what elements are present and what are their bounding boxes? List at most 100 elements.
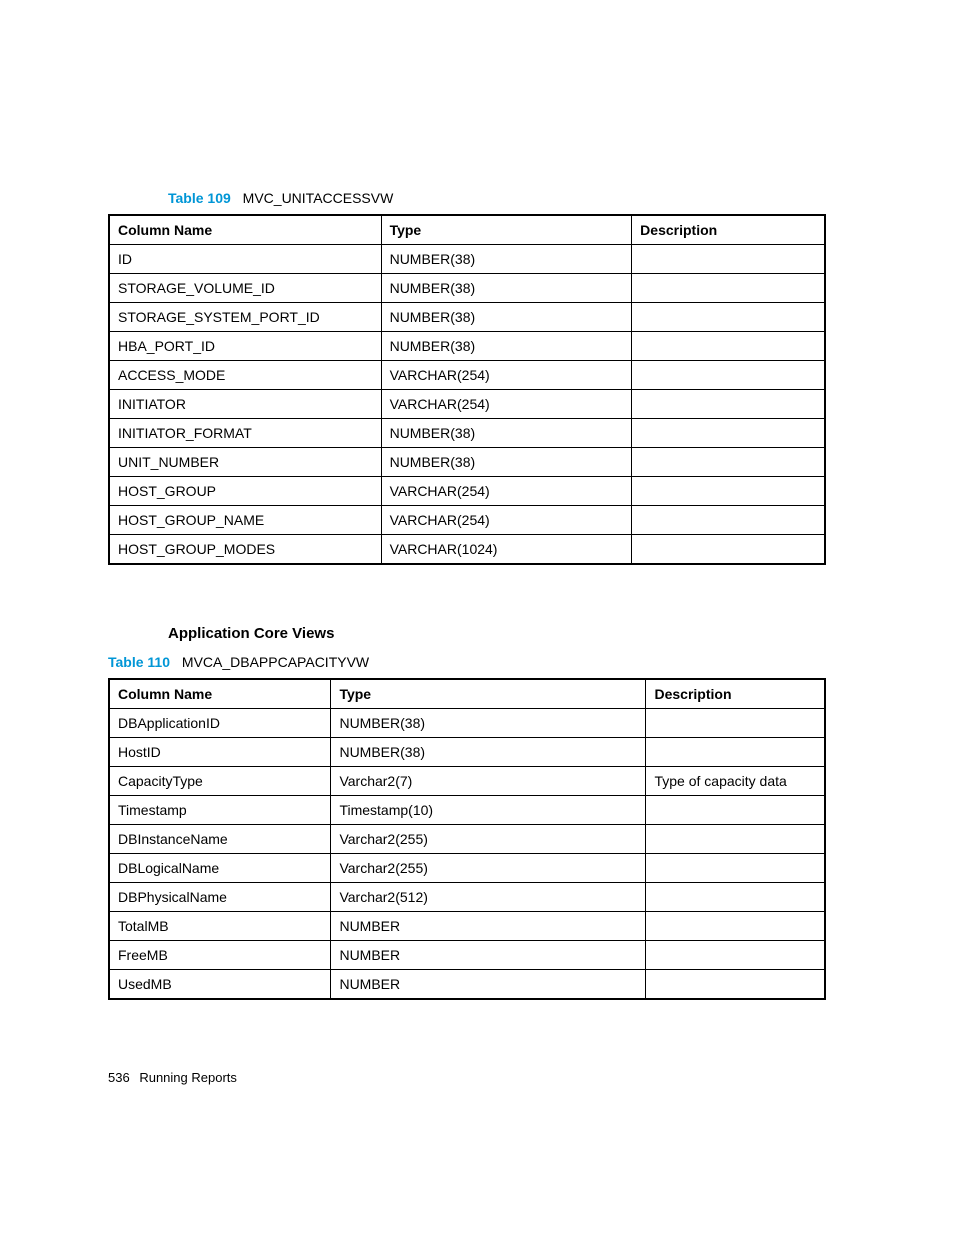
footer-section: Running Reports xyxy=(139,1070,237,1085)
table-109-name: MVC_UNITACCESSVW xyxy=(243,190,394,206)
cell-column-name: UNIT_NUMBER xyxy=(109,448,381,477)
cell-type: NUMBER(38) xyxy=(331,709,646,738)
cell-description xyxy=(632,274,825,303)
cell-description xyxy=(632,477,825,506)
cell-description xyxy=(646,709,825,738)
cell-description xyxy=(646,825,825,854)
cell-description xyxy=(646,970,825,1000)
cell-column-name: HOST_GROUP_MODES xyxy=(109,535,381,565)
col-header-type: Type xyxy=(381,215,632,245)
cell-type: NUMBER xyxy=(331,941,646,970)
cell-type: NUMBER(38) xyxy=(381,419,632,448)
cell-type: VARCHAR(254) xyxy=(381,361,632,390)
cell-description xyxy=(632,245,825,274)
cell-type: VARCHAR(254) xyxy=(381,506,632,535)
table-row: HOST_GROUP VARCHAR(254) xyxy=(109,477,825,506)
table-row: INITIATOR VARCHAR(254) xyxy=(109,390,825,419)
cell-description xyxy=(646,796,825,825)
table-header-row: Column Name Type Description xyxy=(109,679,825,709)
cell-description xyxy=(632,332,825,361)
cell-type: NUMBER(38) xyxy=(381,448,632,477)
cell-column-name: HostID xyxy=(109,738,331,767)
cell-column-name: DBPhysicalName xyxy=(109,883,331,912)
cell-column-name: DBLogicalName xyxy=(109,854,331,883)
table-109: Column Name Type Description ID NUMBER(3… xyxy=(108,214,826,565)
cell-column-name: HOST_GROUP xyxy=(109,477,381,506)
cell-column-name: TotalMB xyxy=(109,912,331,941)
table-row: ID NUMBER(38) xyxy=(109,245,825,274)
cell-column-name: HBA_PORT_ID xyxy=(109,332,381,361)
page-footer: 536 Running Reports xyxy=(108,1070,237,1085)
cell-description xyxy=(632,419,825,448)
cell-column-name: INITIATOR_FORMAT xyxy=(109,419,381,448)
cell-description xyxy=(646,738,825,767)
table-row: STORAGE_VOLUME_ID NUMBER(38) xyxy=(109,274,825,303)
cell-description xyxy=(646,941,825,970)
table-110-label: Table 110 xyxy=(108,654,170,670)
col-header-column-name: Column Name xyxy=(109,215,381,245)
table-row: HOST_GROUP_NAME VARCHAR(254) xyxy=(109,506,825,535)
cell-description xyxy=(632,535,825,565)
cell-type: NUMBER xyxy=(331,912,646,941)
cell-type: NUMBER(38) xyxy=(331,738,646,767)
cell-type: NUMBER xyxy=(331,970,646,1000)
page-number: 536 xyxy=(108,1070,130,1085)
cell-description xyxy=(632,448,825,477)
table-row: TotalMB NUMBER xyxy=(109,912,825,941)
cell-description xyxy=(646,883,825,912)
table-row: DBPhysicalName Varchar2(512) xyxy=(109,883,825,912)
table-row: CapacityType Varchar2(7) Type of capacit… xyxy=(109,767,825,796)
table-110-body: DBApplicationID NUMBER(38) HostID NUMBER… xyxy=(109,709,825,1000)
table-row: UNIT_NUMBER NUMBER(38) xyxy=(109,448,825,477)
cell-type: Varchar2(255) xyxy=(331,825,646,854)
cell-column-name: STORAGE_SYSTEM_PORT_ID xyxy=(109,303,381,332)
section-heading-application-core-views: Application Core Views xyxy=(108,625,826,642)
table-row: HOST_GROUP_MODES VARCHAR(1024) xyxy=(109,535,825,565)
cell-column-name: CapacityType xyxy=(109,767,331,796)
cell-description xyxy=(646,912,825,941)
table-row: INITIATOR_FORMAT NUMBER(38) xyxy=(109,419,825,448)
cell-column-name: Timestamp xyxy=(109,796,331,825)
cell-description xyxy=(632,390,825,419)
table-110: Column Name Type Description DBApplicati… xyxy=(108,678,826,1000)
table-109-caption: Table 109 MVC_UNITACCESSVW xyxy=(108,190,826,206)
table-row: UsedMB NUMBER xyxy=(109,970,825,1000)
cell-description xyxy=(632,303,825,332)
cell-type: VARCHAR(1024) xyxy=(381,535,632,565)
cell-column-name: STORAGE_VOLUME_ID xyxy=(109,274,381,303)
cell-type: Varchar2(7) xyxy=(331,767,646,796)
cell-description xyxy=(646,854,825,883)
cell-column-name: ACCESS_MODE xyxy=(109,361,381,390)
table-header-row: Column Name Type Description xyxy=(109,215,825,245)
cell-column-name: HOST_GROUP_NAME xyxy=(109,506,381,535)
cell-type: NUMBER(38) xyxy=(381,303,632,332)
table-row: STORAGE_SYSTEM_PORT_ID NUMBER(38) xyxy=(109,303,825,332)
table-row: HBA_PORT_ID NUMBER(38) xyxy=(109,332,825,361)
cell-type: NUMBER(38) xyxy=(381,274,632,303)
table-row: HostID NUMBER(38) xyxy=(109,738,825,767)
cell-description xyxy=(632,361,825,390)
table-row: ACCESS_MODE VARCHAR(254) xyxy=(109,361,825,390)
cell-type: Varchar2(512) xyxy=(331,883,646,912)
table-110-caption: Table 110 MVCA_DBAPPCAPACITYVW xyxy=(108,654,826,670)
col-header-description: Description xyxy=(646,679,825,709)
table-row: FreeMB NUMBER xyxy=(109,941,825,970)
cell-type: VARCHAR(254) xyxy=(381,390,632,419)
cell-description xyxy=(632,506,825,535)
table-row: DBApplicationID NUMBER(38) xyxy=(109,709,825,738)
col-header-column-name: Column Name xyxy=(109,679,331,709)
cell-column-name: FreeMB xyxy=(109,941,331,970)
cell-type: Timestamp(10) xyxy=(331,796,646,825)
cell-column-name: UsedMB xyxy=(109,970,331,1000)
table-row: Timestamp Timestamp(10) xyxy=(109,796,825,825)
cell-column-name: DBApplicationID xyxy=(109,709,331,738)
cell-type: NUMBER(38) xyxy=(381,245,632,274)
cell-type: VARCHAR(254) xyxy=(381,477,632,506)
cell-type: Varchar2(255) xyxy=(331,854,646,883)
cell-column-name: DBInstanceName xyxy=(109,825,331,854)
col-header-type: Type xyxy=(331,679,646,709)
col-header-description: Description xyxy=(632,215,825,245)
cell-column-name: ID xyxy=(109,245,381,274)
table-110-name: MVCA_DBAPPCAPACITYVW xyxy=(182,654,369,670)
table-109-body: ID NUMBER(38) STORAGE_VOLUME_ID NUMBER(3… xyxy=(109,245,825,565)
